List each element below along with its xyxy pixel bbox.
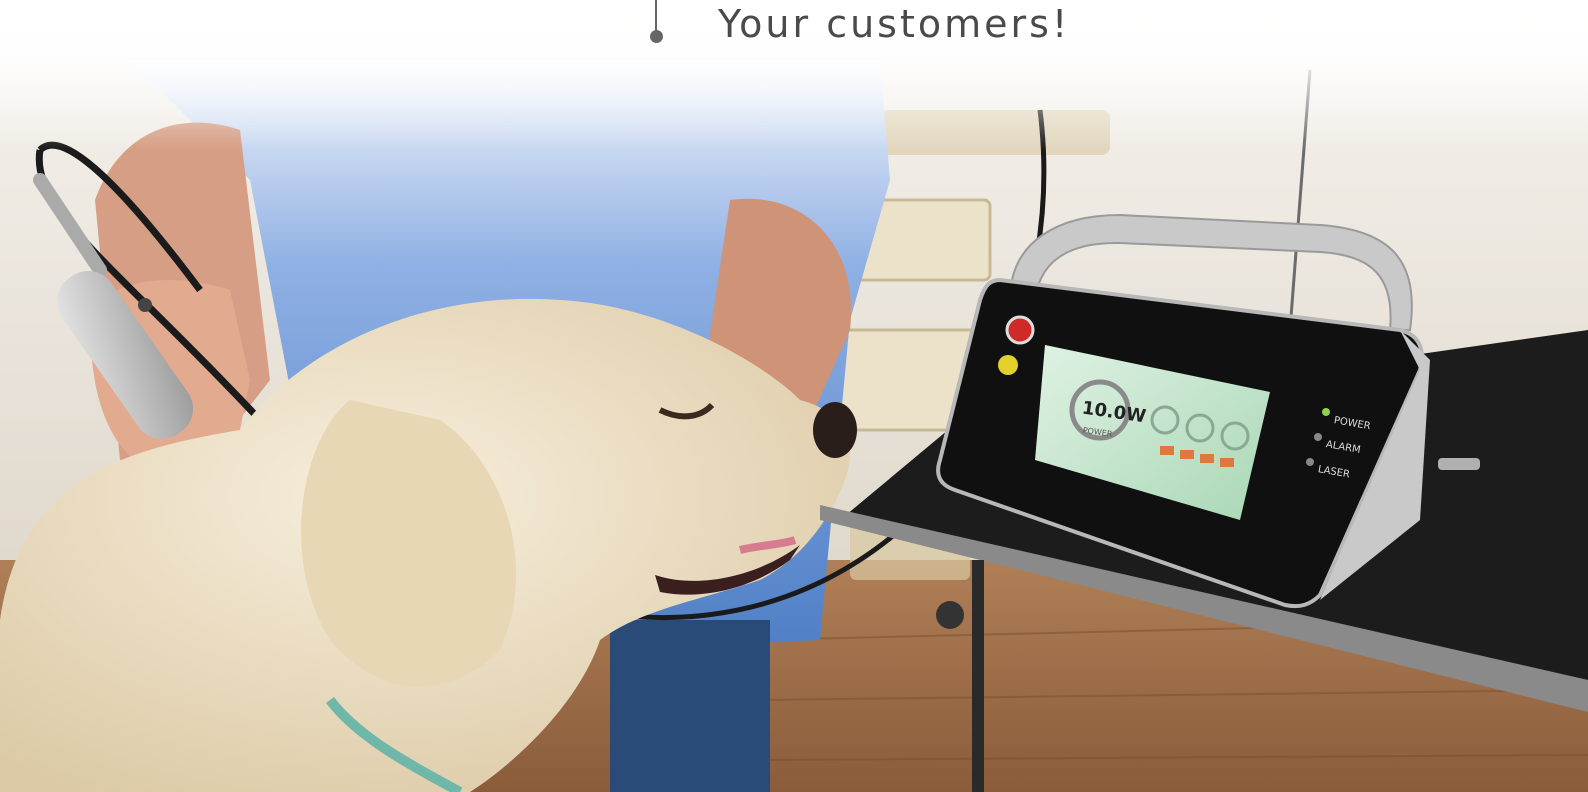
headline-tick — [655, 0, 657, 32]
headline-text: Your customers! — [718, 2, 1071, 46]
headline: Your customers! — [0, 0, 1588, 62]
headline-dot — [650, 30, 663, 43]
photo-scene: 10.0W POWER POWER ALARM LASER — [0, 0, 1588, 792]
laser-indicator-led — [1306, 458, 1314, 466]
alarm-indicator-led — [1314, 433, 1322, 441]
power-indicator-led — [1322, 408, 1330, 416]
